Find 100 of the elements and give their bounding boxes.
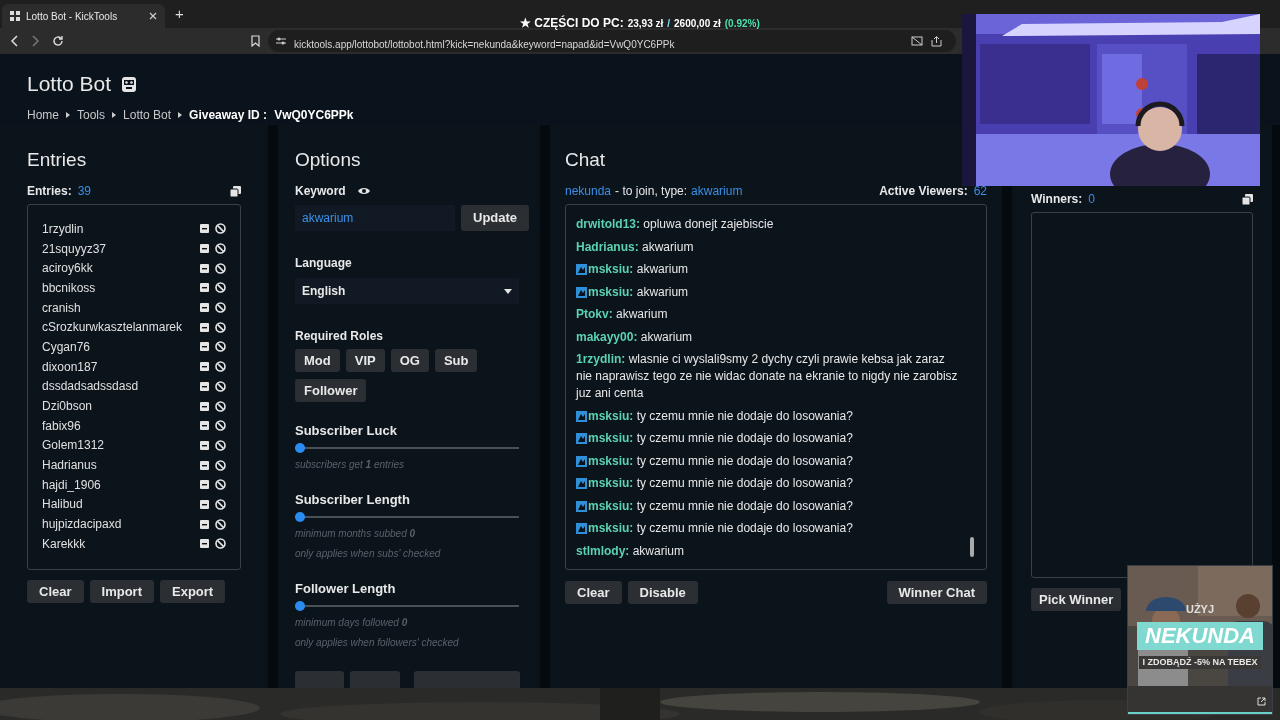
field-label: Required Roles [295, 328, 385, 345]
goal-separator: / [667, 17, 671, 30]
forward-icon[interactable] [32, 35, 40, 47]
slider-thumb[interactable] [295, 512, 305, 522]
share-icon[interactable] [931, 35, 942, 47]
channel-name: nekunda [565, 183, 612, 200]
grid-icon [10, 11, 20, 21]
ban-icon[interactable] [215, 459, 226, 471]
entries-button[interactable]: Clear [27, 580, 84, 603]
page-title: Lotto Bot [27, 71, 112, 97]
pick-winner-button[interactable]: Pick Winner [1031, 588, 1122, 611]
chat-button[interactable]: Clear [565, 581, 622, 604]
minus-square-icon[interactable] [200, 322, 209, 332]
ban-icon[interactable] [215, 282, 226, 294]
minus-square-icon[interactable] [200, 480, 209, 490]
ban-icon[interactable] [215, 361, 226, 373]
viewers-label: Active Viewers: [879, 183, 968, 200]
minus-square-icon[interactable] [200, 283, 209, 293]
ban-icon[interactable] [215, 262, 226, 274]
breadcrumb-link[interactable]: Home [27, 106, 59, 124]
ban-icon[interactable] [215, 400, 226, 412]
keyword-field[interactable]: akwarium [295, 205, 455, 231]
minus-square-icon[interactable] [200, 499, 209, 509]
tab-title: Lotto Bot - KickTools [26, 9, 119, 24]
ban-icon[interactable] [215, 439, 226, 451]
ban-icon[interactable] [215, 420, 226, 432]
minus-square-icon[interactable] [200, 263, 209, 273]
slider-hint: minimum days followed 0 [295, 616, 409, 630]
minus-square-icon[interactable] [200, 362, 209, 372]
join-text: - to join, type: [615, 183, 688, 200]
minus-square-icon[interactable] [200, 303, 209, 313]
ban-icon[interactable] [215, 341, 226, 353]
entry-name: Cygan76 [42, 338, 92, 356]
entries-count: 39 [77, 183, 92, 200]
winner-chat-button[interactable]: Winner Chat [886, 581, 987, 604]
field-label: Language [295, 255, 353, 272]
role-button[interactable]: Sub [434, 349, 478, 372]
browser-tab[interactable]: Lotto Bot - KickTools [2, 4, 165, 28]
ban-icon[interactable] [215, 321, 226, 333]
ban-icon[interactable] [215, 518, 226, 530]
chat-message: makayy00: akwarium [576, 328, 693, 346]
new-tab-button[interactable]: + [171, 2, 188, 26]
chat-button[interactable]: Disable [627, 581, 698, 604]
role-button[interactable]: Follower [295, 379, 367, 402]
winners-count: 0 [1088, 191, 1095, 208]
chat-message: msksiu: akwarium [588, 261, 689, 278]
breadcrumb-link[interactable]: Lotto Bot [123, 106, 172, 124]
role-button[interactable]: OG [390, 349, 429, 372]
minus-square-icon[interactable] [200, 519, 209, 529]
minus-square-icon[interactable] [200, 460, 209, 470]
update-button[interactable]: Update [461, 205, 530, 231]
minus-square-icon[interactable] [200, 440, 209, 450]
entry-name: hajdi_1906 [42, 476, 102, 494]
chat-message: Ptokv: akwarium [576, 306, 668, 323]
slider-hint: only applies when followers' checked [295, 636, 460, 650]
ban-icon[interactable] [215, 302, 226, 314]
eye-icon[interactable] [357, 187, 370, 195]
copy-icon[interactable] [1242, 193, 1253, 205]
reload-icon[interactable] [52, 35, 64, 47]
goal-amount: 23,93 zł [627, 17, 664, 30]
address-bar[interactable]: kicktools.app/lottobot/lottobot.html?kick=nekunda&keyword=napad&id=VwQ0YC6PPk [268, 30, 956, 52]
minus-square-icon[interactable] [200, 224, 209, 234]
entry-name: fabix96 [42, 417, 82, 435]
entry-name: Dzi0bson [42, 398, 94, 416]
ban-icon[interactable] [215, 498, 226, 510]
copy-icon[interactable] [230, 185, 241, 197]
minus-square-icon[interactable] [200, 244, 209, 254]
role-button[interactable]: VIP [345, 349, 385, 372]
ban-icon[interactable] [215, 223, 226, 235]
entries-button[interactable]: Export [160, 580, 226, 603]
ban-icon[interactable] [215, 538, 226, 550]
close-icon[interactable] [149, 12, 157, 20]
language-select[interactable]: English [295, 278, 519, 304]
slider-thumb[interactable] [295, 443, 305, 453]
minus-square-icon[interactable] [200, 401, 209, 411]
minus-square-icon[interactable] [200, 381, 209, 391]
slider-hint: only applies when subs' checked [295, 547, 442, 561]
entries-label: Entries: [27, 183, 72, 200]
chat-message: stlmlody: akwarium [576, 542, 685, 560]
entries-button[interactable]: Import [89, 580, 154, 603]
minus-square-icon[interactable] [200, 539, 209, 549]
breadcrumb-link[interactable]: Tools [77, 106, 106, 124]
chat-message: msksiu: ty czemu mnie nie dodaje do losowania? [588, 430, 853, 447]
ban-icon[interactable] [215, 479, 226, 491]
role-button[interactable]: Mod [295, 349, 340, 372]
minus-square-icon[interactable] [200, 342, 209, 352]
scrollbar-thumb[interactable] [970, 537, 974, 557]
camera-off-icon[interactable] [911, 36, 923, 46]
ban-icon[interactable] [215, 243, 226, 255]
minus-square-icon[interactable] [200, 421, 209, 431]
slider[interactable] [295, 601, 519, 611]
slider[interactable] [295, 443, 519, 453]
back-icon[interactable] [10, 35, 18, 47]
goal-percent: (0.92%) [724, 17, 760, 30]
viewers-count: 62 [973, 183, 987, 200]
entry-name: bbcnikoss [42, 279, 97, 297]
slider-thumb[interactable] [295, 601, 305, 611]
slider[interactable] [295, 512, 519, 522]
ban-icon[interactable] [215, 380, 226, 392]
bookmark-icon[interactable] [251, 35, 260, 47]
